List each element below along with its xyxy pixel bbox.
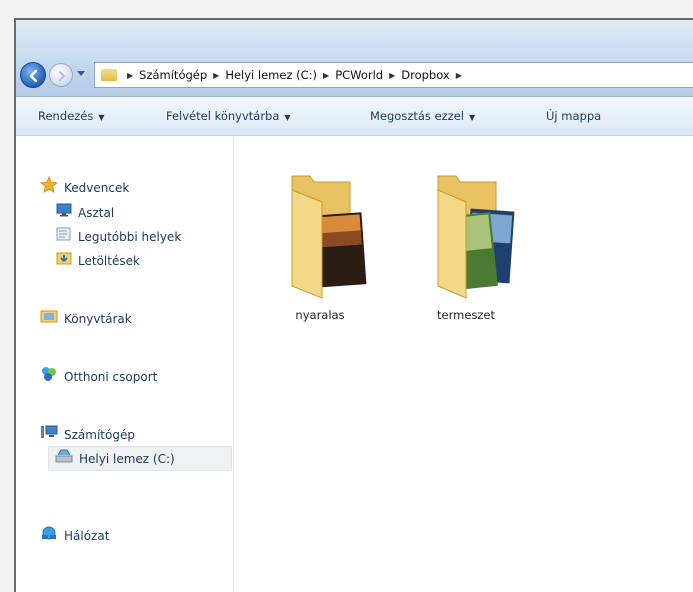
nav-network[interactable]: Hálózat bbox=[40, 526, 109, 546]
star-icon bbox=[39, 175, 59, 200]
dropdown-arrow-icon: ▼ bbox=[468, 113, 476, 122]
dropdown-arrow-icon: ▼ bbox=[284, 113, 291, 122]
nav-network-label: Hálózat bbox=[64, 529, 110, 543]
chevron-right-icon[interactable]: ▶ bbox=[389, 71, 395, 80]
recent-places-icon bbox=[56, 226, 72, 248]
recent-pages-dropdown[interactable] bbox=[77, 71, 85, 76]
nav-recent-places[interactable]: Legutóbbi helyek bbox=[56, 227, 181, 247]
nav-favorites-label: Kedvencek bbox=[64, 181, 130, 195]
back-button[interactable] bbox=[20, 62, 46, 88]
nav-desktop[interactable]: Asztal bbox=[56, 203, 114, 223]
homegroup-icon bbox=[40, 365, 58, 389]
nav-downloads[interactable]: Letöltések bbox=[56, 251, 140, 271]
breadcrumb-dropbox[interactable]: Dropbox bbox=[401, 68, 449, 82]
nav-favorites[interactable]: Kedvencek bbox=[39, 175, 130, 200]
nav-desktop-label: Asztal bbox=[78, 206, 115, 220]
address-bar[interactable]: ▶ Számítógép ▶ Helyi lemez (C:) ▶ PCWorl… bbox=[94, 62, 693, 88]
nav-downloads-label: Letöltések bbox=[78, 254, 140, 268]
photo-folder-icon bbox=[291, 175, 367, 299]
chevron-right-icon[interactable]: ▶ bbox=[323, 71, 329, 80]
new-folder-button[interactable]: Új mappa bbox=[546, 97, 601, 135]
folder-name: termeszet bbox=[437, 308, 495, 322]
share-with-label: Megosztás ezzel bbox=[370, 109, 464, 123]
nav-computer[interactable]: Számítógép bbox=[40, 425, 135, 445]
nav-local-disk-label: Helyi lemez (C:) bbox=[79, 451, 175, 466]
breadcrumb-local-disk[interactable]: Helyi lemez (C:) bbox=[225, 68, 317, 82]
folder-item[interactable]: nyaralas bbox=[260, 170, 380, 340]
chevron-right-icon[interactable]: ▶ bbox=[213, 71, 219, 80]
nav-local-disk[interactable]: Helyi lemez (C:) bbox=[48, 446, 232, 471]
folder-item[interactable]: termeszet bbox=[406, 170, 526, 340]
include-in-library-label: Felvétel könyvtárba bbox=[166, 109, 280, 123]
nav-libraries[interactable]: Könyvtárak bbox=[40, 309, 132, 329]
downloads-folder-icon bbox=[56, 250, 72, 272]
explorer-window: ▶ Számítógép ▶ Helyi lemez (C:) ▶ PCWorl… bbox=[14, 18, 693, 592]
organize-menu[interactable]: Rendezés ▼ bbox=[38, 97, 104, 135]
chevron-right-icon[interactable]: ▶ bbox=[456, 71, 462, 80]
computer-icon bbox=[40, 424, 58, 446]
navigation-bar: ▶ Számítógép ▶ Helyi lemez (C:) ▶ PCWorl… bbox=[16, 58, 693, 97]
title-bar[interactable] bbox=[16, 20, 693, 58]
nav-homegroup[interactable]: Otthoni csoport bbox=[40, 367, 157, 387]
nav-recent-places-label: Legutóbbi helyek bbox=[78, 230, 182, 244]
forward-button[interactable] bbox=[49, 63, 73, 87]
file-list: nyaralas termeszet bbox=[234, 136, 693, 592]
include-in-library-menu[interactable]: Felvétel könyvtárba ▼ bbox=[166, 97, 291, 135]
dropdown-arrow-icon: ▼ bbox=[98, 113, 105, 122]
nav-libraries-label: Könyvtárak bbox=[64, 312, 132, 326]
network-icon bbox=[40, 525, 58, 547]
local-disk-icon bbox=[55, 448, 73, 470]
share-with-menu[interactable]: Megosztás ezzel ▼ bbox=[370, 97, 475, 135]
desktop-icon bbox=[56, 203, 72, 223]
arrow-left-icon bbox=[29, 69, 38, 83]
folder-icon bbox=[101, 69, 117, 81]
command-bar: Rendezés ▼ Felvétel könyvtárba ▼ Megosztás… bbox=[16, 97, 693, 136]
folder-name: nyaralas bbox=[295, 308, 345, 322]
nav-homegroup-label: Otthoni csoport bbox=[64, 370, 158, 384]
breadcrumb-pcworld[interactable]: PCWorld bbox=[335, 68, 383, 82]
navigation-pane: Kedvencek Asztal Legutóbbi helyek Letölt… bbox=[16, 136, 234, 592]
arrow-right-icon bbox=[59, 71, 65, 81]
photo-folder-icon bbox=[437, 175, 515, 299]
chevron-right-icon[interactable]: ▶ bbox=[127, 71, 133, 80]
library-icon bbox=[40, 308, 58, 330]
organize-label: Rendezés bbox=[38, 109, 94, 123]
new-folder-label: Új mappa bbox=[546, 109, 602, 123]
nav-computer-label: Számítógép bbox=[64, 428, 135, 442]
breadcrumb-computer[interactable]: Számítógép bbox=[139, 68, 207, 82]
